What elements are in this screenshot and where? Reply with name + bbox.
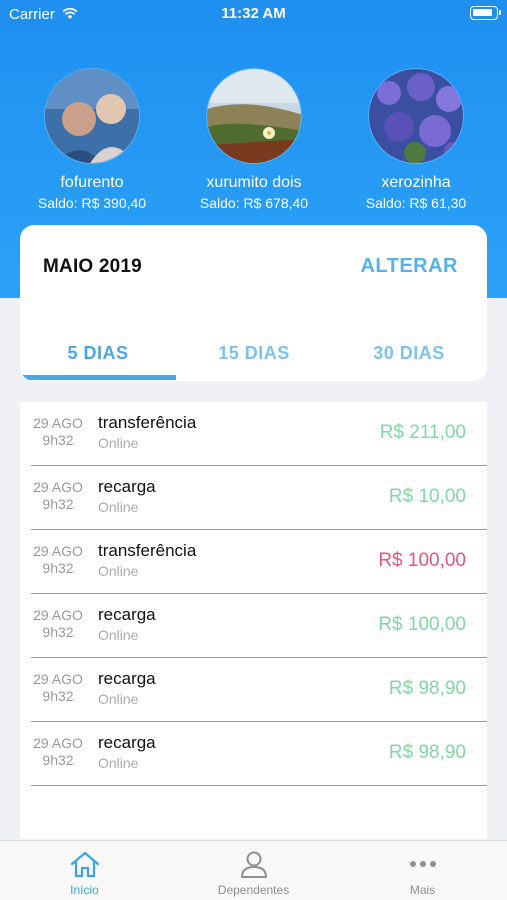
transaction-row[interactable]: 29 AGO 9h32 recarga Online R$ 98,90 [20,722,487,786]
tab-dependentes[interactable]: Dependentes [169,849,338,897]
transaction-channel: Online [98,755,139,771]
avatar [44,68,140,164]
transaction-title: recarga [98,733,156,752]
transaction-day: 29 AGO [33,479,83,495]
tab-label: Mais [409,883,436,897]
period-filter-tabs: 5 DIAS 15 DIAS 30 DIAS [20,337,487,381]
dependent-name: xerozinha [381,174,451,191]
transaction-list: 29 AGO 9h32 transferência Online R$ 211,… [20,402,487,839]
transaction-row[interactable]: 29 AGO 9h32 transferência Online R$ 100,… [20,530,487,594]
transaction-amount: R$ 100,00 [378,614,466,635]
transaction-channel: Online [98,563,139,579]
tab-mais[interactable]: Mais [338,849,507,897]
dependent-card[interactable]: xurumito dois Saldo: R$ 678,40 [169,68,339,211]
tab-30-days[interactable]: 30 DIAS [331,337,487,381]
transaction-title: recarga [98,669,156,688]
transaction-day: 29 AGO [33,735,83,751]
transaction-day: 29 AGO [33,415,83,431]
dependents-carousel: fofurento Saldo: R$ 390,40 xurumito dois… [0,68,507,218]
transaction-amount: R$ 98,90 [388,678,466,699]
change-period-button[interactable]: ALTERAR [360,255,458,278]
transaction-channel: Online [98,499,139,515]
transaction-title: transferência [98,541,197,560]
transaction-time: 9h32 [42,752,74,768]
transaction-title: recarga [98,477,156,496]
battery-icon [470,6,501,20]
month-label: MAIO 2019 [43,256,142,277]
transaction-time: 9h32 [42,688,74,704]
transaction-amount: R$ 211,00 [379,422,466,443]
transaction-amount: R$ 100,00 [378,550,466,571]
transaction-amount: R$ 10,00 [388,486,466,507]
transaction-date: 29 AGO 9h32 [32,671,84,705]
transaction-title: transferência [98,413,197,432]
transaction-row[interactable]: 29 AGO 9h32 recarga Online R$ 100,00 [20,594,487,658]
dependent-name: xurumito dois [206,174,302,191]
status-bar: Carrier 11:32 AM [0,0,507,28]
transaction-amount: R$ 98,90 [388,742,466,763]
transaction-time: 9h32 [42,624,74,640]
transaction-date: 29 AGO 9h32 [32,479,84,513]
more-dots-icon [409,861,436,867]
tab-label: Início [70,883,99,897]
transaction-row[interactable]: 29 AGO 9h32 recarga Online R$ 98,90 [20,658,487,722]
tab-label: Dependentes [217,883,290,897]
tab-inicio[interactable]: Início [0,849,169,897]
active-tab-indicator [20,375,176,380]
transaction-date: 29 AGO 9h32 [32,415,84,449]
transaction-day: 29 AGO [33,671,83,687]
clock: 11:32 AM [221,5,286,22]
person-icon [240,851,267,878]
transaction-row[interactable]: 29 AGO 9h32 recarga Online R$ 10,00 [20,466,487,530]
dependent-card[interactable]: fofurento Saldo: R$ 390,40 [7,68,177,211]
transaction-title: recarga [98,605,156,624]
transaction-time: 9h32 [42,560,74,576]
transaction-channel: Online [98,627,139,643]
avatar [368,68,464,164]
transaction-day: 29 AGO [33,543,83,559]
tab-15-days[interactable]: 15 DIAS [176,337,332,381]
dependent-balance: Saldo: R$ 61,30 [365,195,467,211]
transaction-day: 29 AGO [33,607,83,623]
transaction-date: 29 AGO 9h32 [32,543,84,577]
dependent-name: fofurento [60,174,124,191]
home-icon [70,851,99,878]
dependent-balance: Saldo: R$ 678,40 [199,195,309,211]
transaction-time: 9h32 [42,432,74,448]
period-card: MAIO 2019 ALTERAR 5 DIAS 15 DIAS 30 DIAS [20,225,487,381]
transaction-channel: Online [98,691,139,707]
transaction-date: 29 AGO 9h32 [32,607,84,641]
transaction-time: 9h32 [42,496,74,512]
dependent-card[interactable]: xerozinha Saldo: R$ 61,30 [331,68,501,211]
transaction-row[interactable]: 29 AGO 9h32 transferência Online R$ 211,… [20,402,487,466]
bottom-tab-bar: Início Dependentes Mais [0,840,507,900]
transaction-date: 29 AGO 9h32 [32,735,84,769]
dependent-balance: Saldo: R$ 390,40 [37,195,147,211]
avatar [206,68,302,164]
transaction-channel: Online [98,435,139,451]
row-divider [31,784,487,786]
